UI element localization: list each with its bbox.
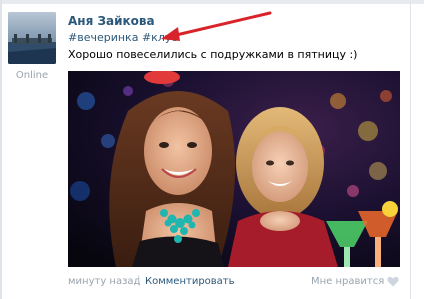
hashtag-link-party[interactable]: #вечеринка [68,31,138,44]
post-text: Хорошо повеселились с подружками в пятни… [68,48,358,61]
comment-button[interactable]: Комментировать [145,276,235,287]
post-photo[interactable] [68,71,400,267]
red-arrow-icon [161,11,272,41]
party-photo-image [68,71,400,267]
avatar-image [8,12,56,64]
footer-separator: | [137,275,141,286]
online-status: Online [15,70,49,81]
heart-icon [387,276,399,287]
right-divider [410,0,411,299]
author-name-link[interactable]: Аня Зайкова [68,14,155,28]
like-button[interactable]: Мне нравится [311,276,399,287]
avatar[interactable] [8,12,56,64]
left-divider [0,0,2,299]
post-time[interactable]: минуту назад [68,276,140,287]
page-top-border [0,0,424,4]
like-label: Мне нравится [311,276,385,287]
